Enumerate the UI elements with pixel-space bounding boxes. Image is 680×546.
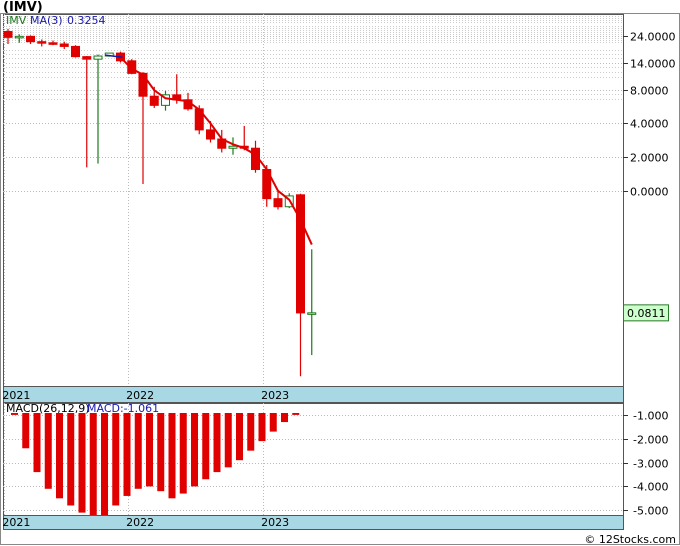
- macd-tick-label: -5.000: [633, 505, 668, 518]
- legend-ma-value: 0.3254: [67, 14, 106, 27]
- macd-legend-value: MACD:-1.061: [87, 402, 159, 415]
- macd-year-label: 2021: [2, 516, 30, 529]
- candle-body: [228, 145, 238, 149]
- candle-body: [206, 129, 215, 140]
- macd-bar: [258, 413, 266, 442]
- legend-ma-label: MA(3): [30, 14, 63, 27]
- price-year-band: [3, 386, 624, 403]
- macd-bar: [22, 413, 30, 449]
- macd-bar: [213, 413, 221, 473]
- price-year-label: 2021: [2, 389, 30, 402]
- candle-body: [59, 43, 69, 47]
- price-tick-label: 8.0000: [630, 85, 669, 98]
- price-year-label: 2023: [261, 389, 289, 402]
- macd-bar: [269, 413, 277, 432]
- macd-bar: [56, 413, 63, 499]
- candle-body: [3, 31, 13, 38]
- macd-bar: [67, 413, 75, 506]
- price-panel: [3, 14, 624, 387]
- candle-body: [149, 95, 159, 106]
- macd-bar: [247, 413, 255, 451]
- macd-legend-label: MACD(26,12,9): [6, 402, 90, 415]
- candle-body: [14, 35, 24, 39]
- macd-bar: [179, 413, 187, 494]
- macd-bar: [224, 413, 232, 468]
- macd-bar: [78, 413, 86, 513]
- price-year-label: 2022: [126, 389, 154, 402]
- macd-bar: [146, 413, 153, 487]
- chart-canvas: 24.0000 14.0000 8.0000 4.0000 2.0000 0.0000 -1…: [0, 13, 680, 546]
- price-tick-label: 4.0000: [630, 118, 669, 131]
- macd-bar: [191, 413, 198, 487]
- macd-bar: [134, 413, 142, 489]
- candle-body: [138, 72, 148, 97]
- candle-body: [273, 198, 283, 208]
- footer-credit: © 12Stocks.com: [584, 533, 676, 546]
- macd-bar: [123, 413, 131, 496]
- macd-tick-label: -1.000: [633, 410, 668, 423]
- macd-bar: [89, 413, 97, 520]
- macd-year-label: 2023: [261, 516, 289, 529]
- macd-bar: [33, 413, 41, 473]
- legend-ticker: IMV: [6, 14, 27, 27]
- candle-body: [93, 55, 103, 60]
- price-tick-label: 2.0000: [630, 152, 669, 165]
- macd-bar: [236, 413, 243, 461]
- candle-body: [26, 35, 35, 43]
- last-price-label: 0.0811: [627, 307, 666, 320]
- macd-tick-label: -4.000: [633, 481, 668, 494]
- price-tick-label: 14.0000: [630, 58, 676, 71]
- price-tick-label: 0.0000: [630, 186, 669, 199]
- macd-tick-label: -3.000: [633, 458, 668, 471]
- candle-body: [82, 56, 92, 60]
- macd-bar: [281, 413, 288, 423]
- macd-bar: [202, 413, 210, 480]
- macd-bar: [157, 413, 165, 492]
- macd-year-band: [3, 515, 624, 530]
- candle-body: [37, 41, 47, 44]
- macd-year-label: 2022: [126, 516, 154, 529]
- macd-bar: [44, 413, 52, 489]
- price-tick-label: 24.0000: [630, 31, 676, 44]
- macd-tick-label: -2.000: [633, 434, 668, 447]
- candle-body: [48, 42, 58, 45]
- candle-body: [296, 194, 305, 314]
- macd-bar: [112, 413, 120, 506]
- candle-body: [71, 45, 80, 58]
- macd-bar: [101, 413, 108, 523]
- candle-body: [307, 312, 317, 315]
- macd-bar: [292, 413, 300, 415]
- macd-bar: [168, 413, 176, 499]
